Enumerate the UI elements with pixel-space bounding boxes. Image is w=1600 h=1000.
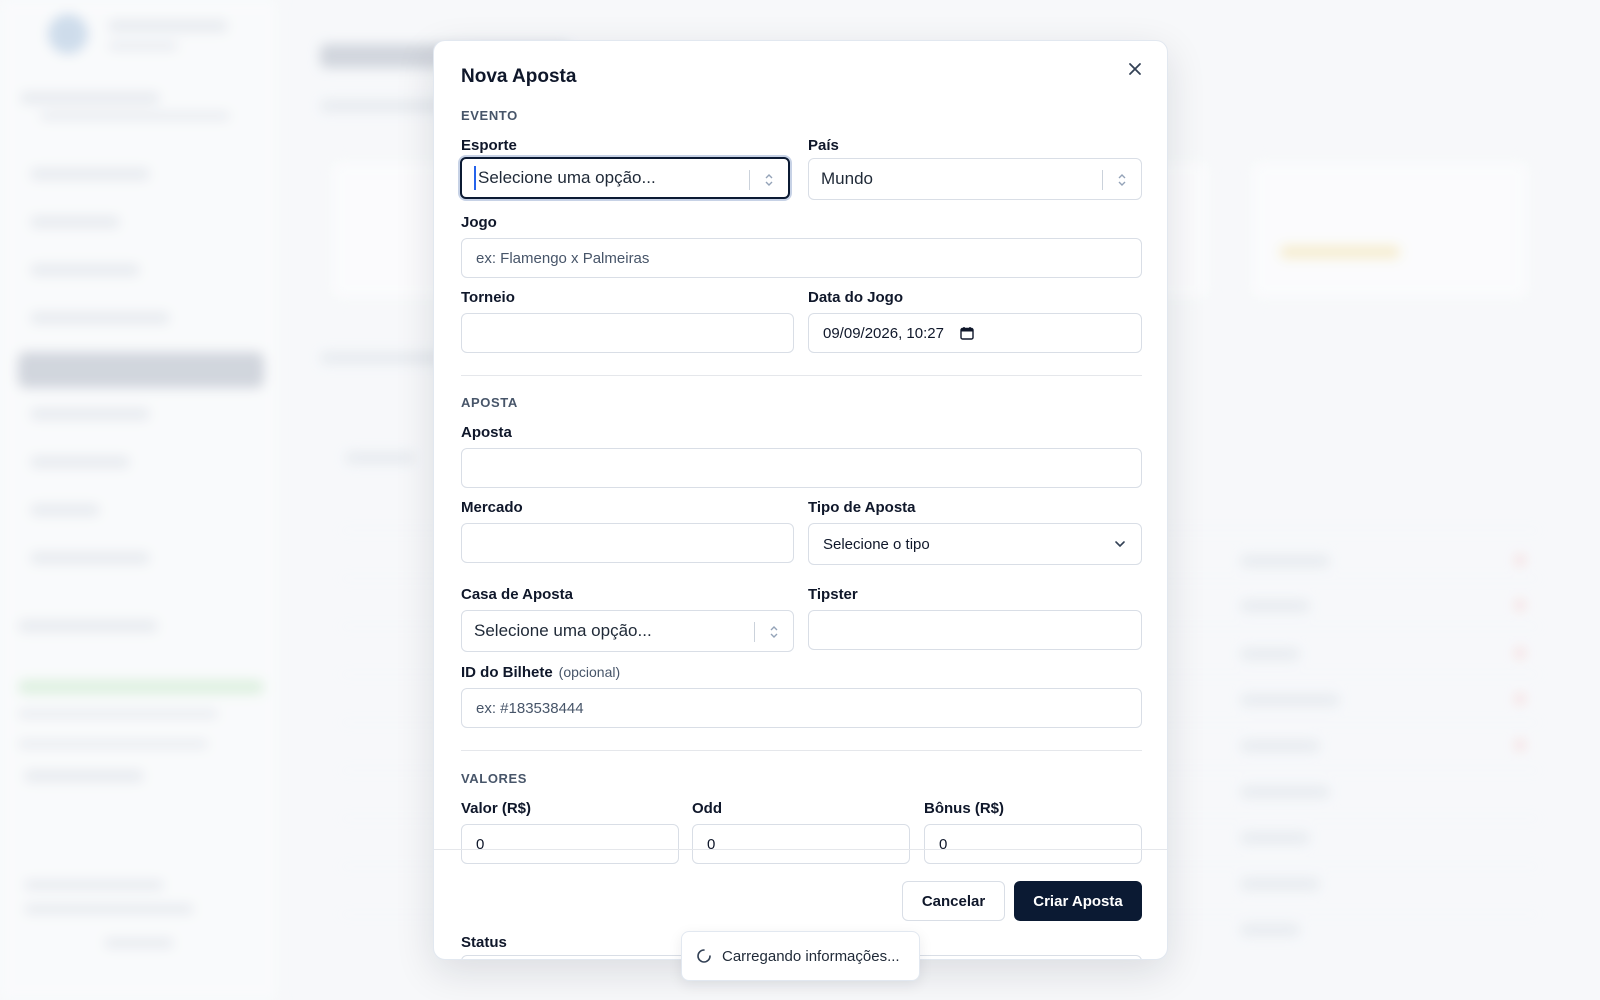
section-title-evento: EVENTO	[461, 108, 518, 123]
bilhete-label: ID do Bilhete (opcional)	[461, 664, 620, 681]
create-bet-button[interactable]: Criar Aposta	[1014, 881, 1142, 921]
mercado-label: Mercado	[461, 499, 523, 516]
casa-aposta-select[interactable]: Selecione uma opção...	[461, 610, 794, 652]
calendar-icon[interactable]	[960, 326, 974, 340]
pais-label: País	[808, 137, 839, 154]
pais-select-value: Mundo	[821, 169, 873, 188]
footer-divider	[434, 849, 1167, 850]
bilhete-input[interactable]: ex: #183538444	[461, 688, 1142, 728]
tipster-input[interactable]	[808, 610, 1142, 650]
odd-input[interactable]: 0	[692, 824, 910, 864]
esporte-select-value: Selecione uma opção...	[478, 168, 656, 187]
valor-input[interactable]: 0	[461, 824, 679, 864]
data-jogo-value: 09/09/2026, 10:27	[823, 324, 944, 342]
bonus-label: Bônus (R$)	[924, 800, 1004, 817]
loading-toast: Carregando informações...	[681, 931, 920, 981]
bilhete-optional-text: (opcional)	[558, 664, 621, 680]
cancel-button[interactable]: Cancelar	[902, 881, 1005, 921]
new-bet-modal: Nova Aposta EVENTO Esporte Selecione uma…	[433, 40, 1168, 960]
section-title-aposta: APOSTA	[461, 395, 518, 410]
tipster-label: Tipster	[808, 586, 858, 603]
section-title-valores: VALORES	[461, 771, 528, 786]
esporte-label: Esporte	[461, 137, 517, 154]
section-divider	[461, 750, 1142, 751]
odd-label: Odd	[692, 800, 722, 817]
data-jogo-input[interactable]: 09/09/2026, 10:27	[808, 313, 1142, 353]
loading-spinner-icon	[696, 948, 712, 964]
mercado-input[interactable]	[461, 523, 794, 563]
bilhete-label-text: ID do Bilhete	[461, 664, 553, 681]
section-divider	[461, 375, 1142, 376]
status-label: Status	[461, 934, 507, 951]
tipo-aposta-label: Tipo de Aposta	[808, 499, 916, 516]
valor-label: Valor (R$)	[461, 800, 532, 817]
loading-toast-text: Carregando informações...	[722, 947, 900, 965]
close-button[interactable]	[1123, 57, 1147, 81]
bonus-input[interactable]: 0	[924, 824, 1142, 864]
chevron-updown-icon	[765, 622, 783, 642]
aposta-input[interactable]	[461, 448, 1142, 488]
torneio-input[interactable]	[461, 313, 794, 353]
tipo-aposta-select[interactable]: Selecione o tipo	[808, 523, 1142, 565]
tipo-aposta-value: Selecione o tipo	[823, 535, 930, 553]
casa-aposta-label: Casa de Aposta	[461, 586, 573, 603]
aposta-label: Aposta	[461, 424, 512, 441]
data-jogo-label: Data do Jogo	[808, 289, 904, 306]
casa-aposta-value: Selecione uma opção...	[474, 621, 652, 640]
close-icon	[1129, 63, 1141, 75]
jogo-label: Jogo	[461, 214, 497, 231]
pais-select[interactable]: Mundo	[808, 158, 1142, 200]
chevron-down-icon	[1113, 537, 1127, 555]
esporte-select[interactable]: Selecione uma opção...	[460, 157, 790, 199]
torneio-label: Torneio	[461, 289, 515, 306]
chevron-updown-icon	[1113, 170, 1131, 190]
text-caret	[474, 166, 476, 190]
jogo-input[interactable]: ex: Flamengo x Palmeiras	[461, 238, 1142, 278]
chevron-updown-icon	[760, 170, 778, 190]
modal-title: Nova Aposta	[461, 66, 577, 87]
